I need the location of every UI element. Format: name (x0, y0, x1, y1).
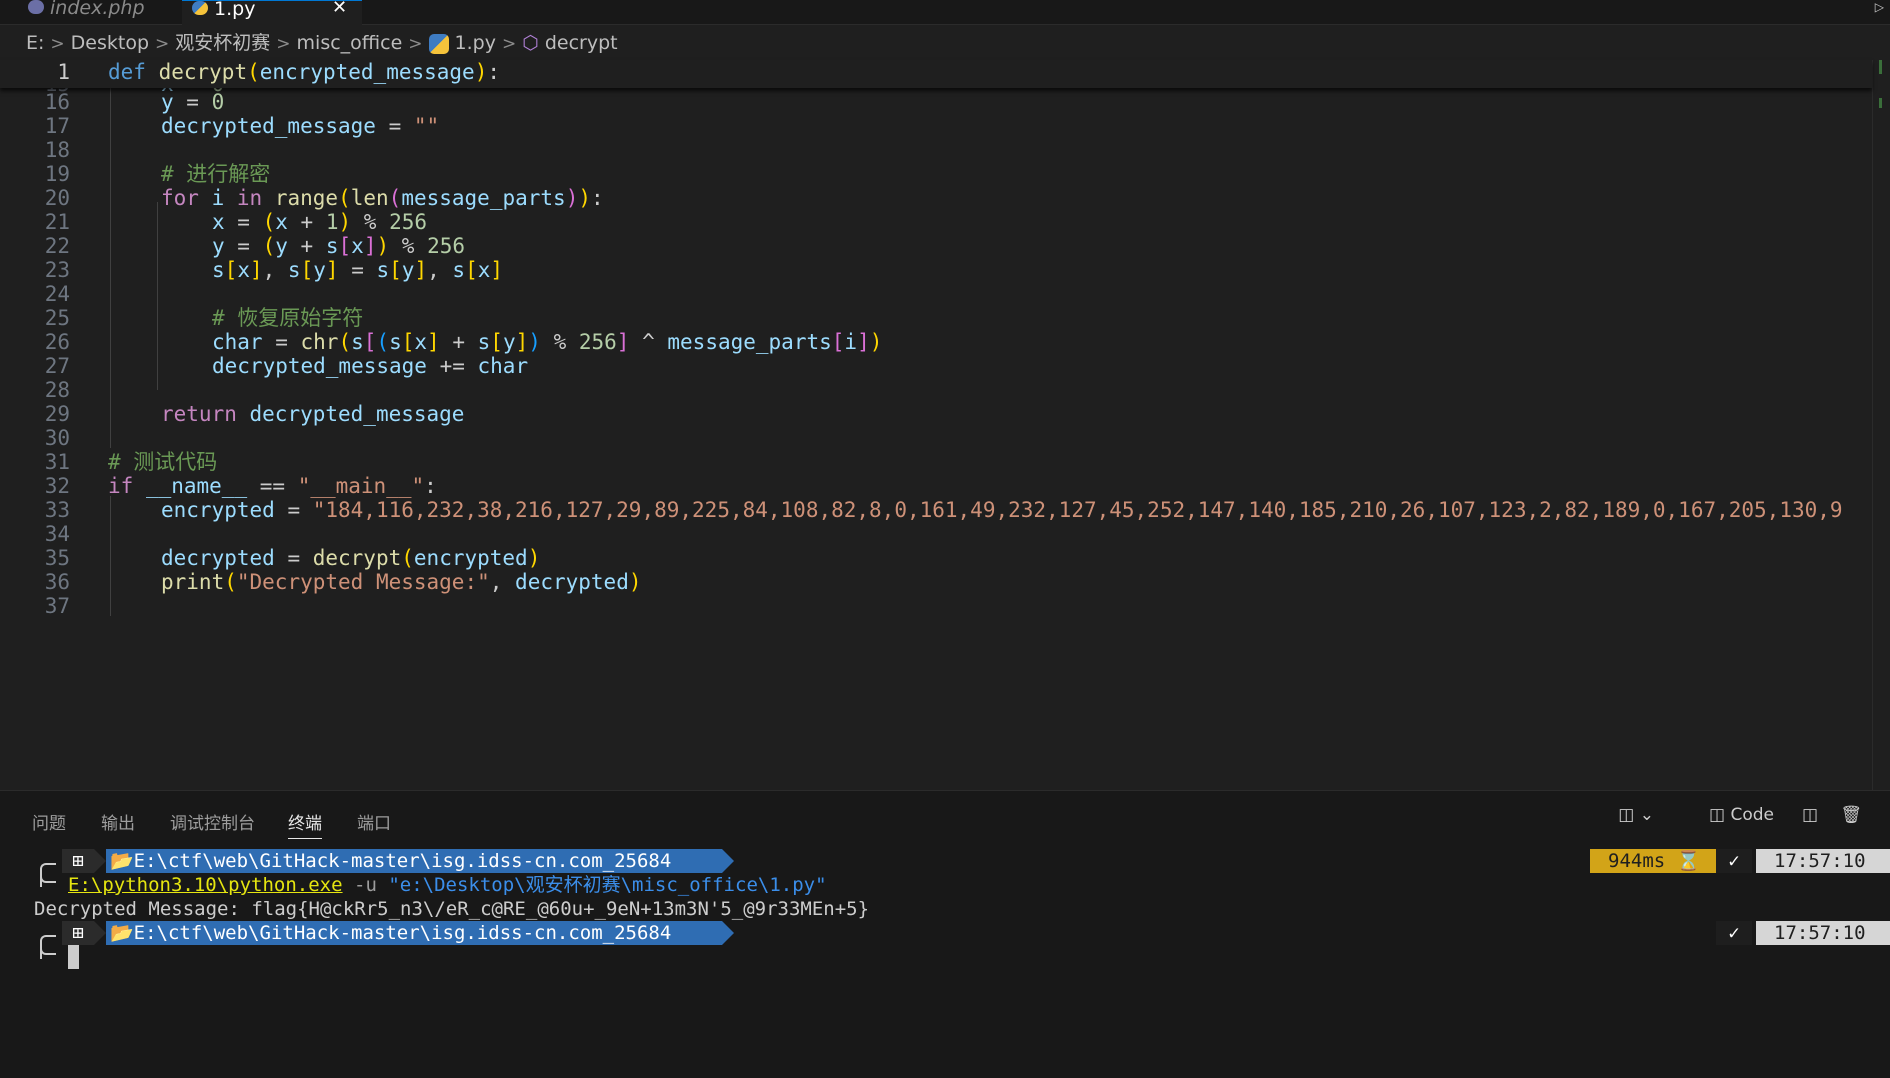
trash-icon[interactable]: 🗑 (1840, 805, 1862, 825)
sticky-scroll-header[interactable]: 1 def decrypt(encrypted_message): (0, 60, 1872, 88)
minimap-scrollbar[interactable] (1872, 60, 1890, 790)
chevron-right-icon: > (501, 34, 517, 54)
breadcrumb-file[interactable]: 1.py (455, 32, 496, 54)
breadcrumb-subfolder[interactable]: misc_office (297, 32, 403, 54)
folder-icon: 📂 (110, 922, 134, 944)
minimap-marker (1879, 60, 1882, 74)
chevron-right-icon: > (155, 34, 170, 54)
python-file-icon (428, 33, 449, 54)
prompt-bracket (40, 869, 56, 883)
tab-output[interactable]: 输出 (101, 809, 135, 834)
breadcrumb-drive[interactable]: E: (26, 32, 44, 54)
prompt-path: E:\ctf\web\GitHack-master\isg.idss-cn.co… (133, 850, 672, 872)
php-file-icon (28, 0, 44, 14)
close-icon[interactable]: ✕ (332, 0, 347, 18)
code-editor[interactable]: 1 def decrypt(encrypted_message): 15x = … (0, 60, 1872, 790)
breadcrumb: E: > Desktop > 观安杯初赛 > misc_office >1.py > ⬡ decry… (0, 26, 1890, 60)
editor-tab-bar: index.php 1.py ✕ ▷ (0, 0, 1890, 25)
breadcrumb-desktop[interactable]: Desktop (71, 32, 149, 54)
windows-logo-icon: ⊞ (62, 921, 94, 945)
breadcrumb-folder[interactable]: 观安杯初赛 (175, 32, 270, 54)
tab-debug-console[interactable]: 调试控制台 (170, 809, 255, 834)
tab-index-php[interactable]: index.php (18, 0, 178, 24)
line-number: 1 (57, 60, 70, 84)
check-icon: ✓ (1716, 921, 1752, 945)
run-icon[interactable]: ▷ (1875, 0, 1884, 14)
chevron-right-icon: > (50, 34, 65, 54)
tab-problems[interactable]: 问题 (32, 809, 66, 834)
code-line-37[interactable]: 37 (0, 592, 1872, 620)
method-cube-icon: ⬡ (522, 32, 539, 54)
code-line: def decrypt(encrypted_message): (108, 60, 501, 84)
terminal[interactable]: ⊞ 📂E:\ctf\web\GitHack-master\isg.idss-cn… (0, 843, 1890, 1078)
folder-icon: 📂 (110, 850, 134, 872)
time-text: 17:57:10 (1756, 849, 1890, 873)
breadcrumb-symbol[interactable]: decrypt (545, 32, 618, 54)
chevron-right-icon: > (408, 34, 423, 54)
python-file-icon (192, 1, 208, 15)
python-exe-path[interactable]: E:\python3.10\python.exe (68, 874, 343, 896)
prompt-bracket (40, 941, 56, 955)
hourglass-icon: ⌛ (1676, 850, 1701, 872)
split-terminal-icon[interactable]: ◫ ⌄ (1618, 805, 1654, 825)
time-text: 17:57:10 (1756, 921, 1890, 945)
tab-label: 1.py (214, 0, 256, 20)
terminal-profile-button[interactable]: ◫ Code (1709, 805, 1774, 825)
duration-text: 944ms (1608, 850, 1666, 872)
tab-terminal[interactable]: 终端 (288, 809, 322, 839)
check-icon: ✓ (1716, 849, 1752, 873)
split-editor-icon: ◫ (1709, 805, 1731, 825)
terminal-cursor (68, 945, 79, 969)
bottom-panel: 问题 输出 调试控制台 终端 端口 ◫ ⌄ ◫ Code ◫ 🗑 ⊞ 📂E:\c… (0, 790, 1890, 1078)
output-line: Decrypted Message: flag{H@ckRr5_n3\/eR_c… (34, 898, 870, 920)
layout-icon[interactable]: ◫ (1802, 805, 1818, 825)
script-path: "e:\Desktop\观安杯初赛\misc_office\1.py" (388, 874, 827, 896)
prompt-path: E:\ctf\web\GitHack-master\isg.idss-cn.co… (133, 922, 672, 944)
minimap-marker (1879, 98, 1882, 108)
command-line: E:\python3.10\python.exe -u "e:\Desktop\… (68, 873, 827, 897)
code-label: Code (1730, 805, 1774, 825)
tab-ports[interactable]: 端口 (357, 809, 391, 834)
command-flag: -u (354, 874, 377, 896)
tab-label: index.php (50, 0, 145, 19)
chevron-right-icon: > (276, 34, 291, 54)
windows-logo-icon: ⊞ (62, 849, 94, 873)
